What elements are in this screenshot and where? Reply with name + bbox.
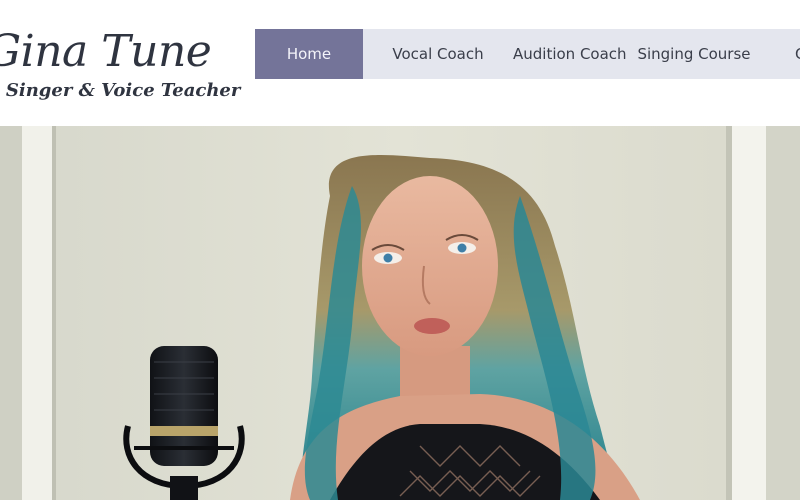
- hero-photo: [0, 126, 800, 500]
- brand-name: Gina Tune: [0, 26, 212, 77]
- nav-item-singing-course[interactable]: Singing Course: [619, 29, 769, 79]
- nav-item-audition-coach[interactable]: Audition Coach: [513, 29, 627, 79]
- nav-item-home[interactable]: Home: [255, 29, 363, 79]
- singer-with-microphone-photo: [0, 126, 800, 500]
- brand-tagline: nal Singer & Voice Teacher: [0, 80, 241, 101]
- page: Gina Tune nal Singer & Voice Teacher Hom…: [0, 0, 800, 500]
- site-header: Gina Tune nal Singer & Voice Teacher Hom…: [0, 0, 800, 126]
- nav-item-vocal-coach[interactable]: Vocal Coach: [363, 29, 513, 79]
- main-navigation: Home Vocal Coach Audition Coach Singing …: [255, 29, 800, 79]
- nav-item-overflow[interactable]: C: [769, 29, 800, 79]
